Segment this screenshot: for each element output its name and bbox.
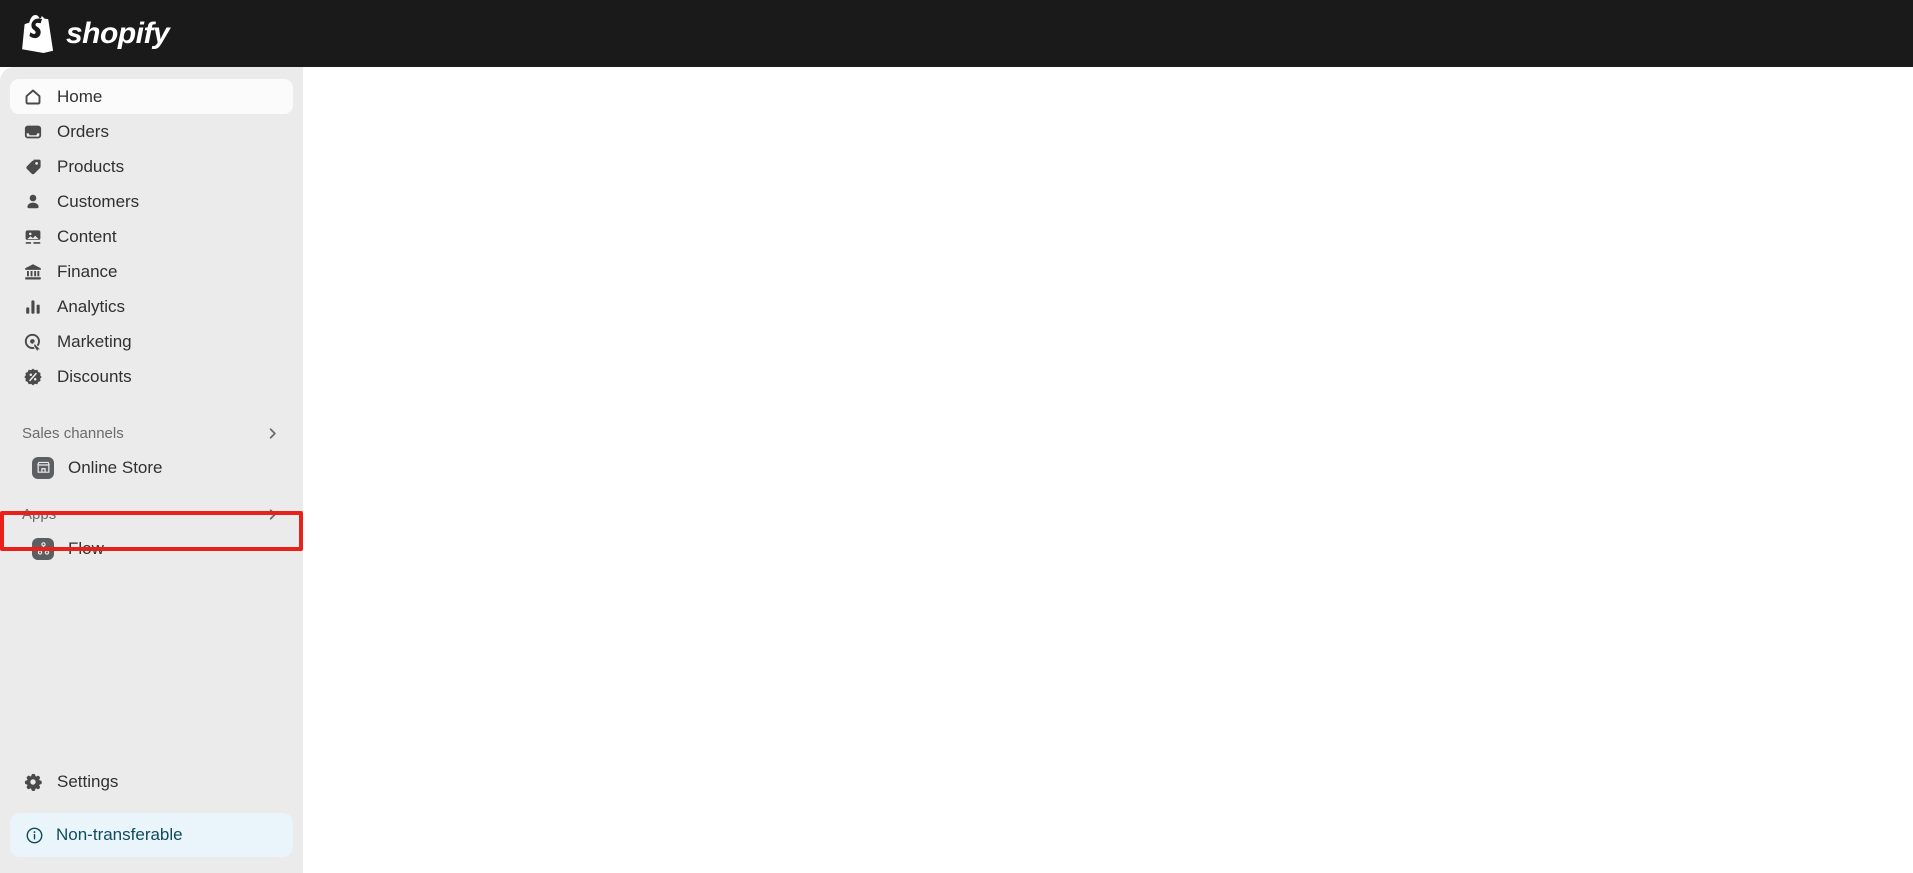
content-image-icon xyxy=(22,226,43,247)
finance-bank-icon xyxy=(22,261,43,282)
sidebar-item-label: Discounts xyxy=(57,367,132,386)
sidebar-section-sales-channels[interactable]: Sales channels xyxy=(10,416,293,450)
sidebar-item-label: Content xyxy=(57,227,117,246)
sales-channels-label: Sales channels xyxy=(22,424,124,442)
sales-channels-spacer xyxy=(0,394,303,416)
shopify-bag-icon xyxy=(22,14,56,53)
online-store-icon xyxy=(32,456,54,479)
brand-wordmark: shopify xyxy=(66,16,170,50)
sidebar-item-online-store[interactable]: Online Store xyxy=(10,450,293,485)
sidebar-item-products[interactable]: Products xyxy=(10,149,293,184)
sidebar-item-analytics[interactable]: Analytics xyxy=(10,289,293,324)
home-icon xyxy=(22,86,43,107)
sidebar-item-customers[interactable]: Customers xyxy=(10,184,293,219)
sidebar-item-label: Customers xyxy=(57,192,140,211)
sidebar-item-label: Products xyxy=(57,157,125,176)
orders-icon xyxy=(22,121,43,142)
sidebar-item-finance[interactable]: Finance xyxy=(10,254,293,289)
marketing-target-icon xyxy=(22,331,43,352)
sidebar-item-label: Flow xyxy=(68,539,104,558)
sidebar-item-marketing[interactable]: Marketing xyxy=(10,324,293,359)
apps-spacer xyxy=(0,485,303,497)
analytics-bar-chart-icon xyxy=(22,296,43,317)
shopify-admin-window: shopify Home Orders Products Customers C… xyxy=(0,0,1913,873)
sidebar-item-label: Orders xyxy=(57,122,109,141)
sidebar-item-orders[interactable]: Orders xyxy=(10,114,293,149)
chevron-right-icon[interactable] xyxy=(263,424,281,442)
products-tag-icon xyxy=(22,156,43,177)
main-content-area xyxy=(303,67,1913,873)
sidebar-item-label: Home xyxy=(57,87,103,106)
top-bar: shopify xyxy=(0,0,1913,67)
sidebar: Home Orders Products Customers Content F… xyxy=(0,67,303,873)
primary-nav-list: Home Orders Products Customers Content F… xyxy=(0,79,303,394)
sidebar-item-content[interactable]: Content xyxy=(10,219,293,254)
sidebar-section-apps[interactable]: Apps xyxy=(10,497,293,531)
info-circle-icon xyxy=(24,825,44,845)
apps-label: Apps xyxy=(22,505,57,523)
shopify-logo[interactable]: shopify xyxy=(22,14,170,53)
sidebar-item-label: Marketing xyxy=(57,332,132,351)
chevron-right-icon[interactable] xyxy=(263,505,281,523)
sidebar-item-discounts[interactable]: Discounts xyxy=(10,359,293,394)
discounts-percent-icon xyxy=(22,366,43,387)
status-badge[interactable]: Non-transferable xyxy=(10,813,293,857)
settings-label: Settings xyxy=(57,772,119,791)
sidebar-item-label: Online Store xyxy=(68,458,163,477)
settings-gear-icon xyxy=(22,771,43,792)
sidebar-item-label: Analytics xyxy=(57,297,126,316)
status-badge-label: Non-transferable xyxy=(56,825,183,844)
sidebar-item-settings[interactable]: Settings xyxy=(10,764,293,799)
sidebar-item-home[interactable]: Home xyxy=(10,79,293,114)
flow-app-icon xyxy=(32,537,54,560)
sidebar-item-label: Finance xyxy=(57,262,118,281)
customers-person-icon xyxy=(22,191,43,212)
sidebar-item-flow[interactable]: Flow xyxy=(10,531,293,566)
